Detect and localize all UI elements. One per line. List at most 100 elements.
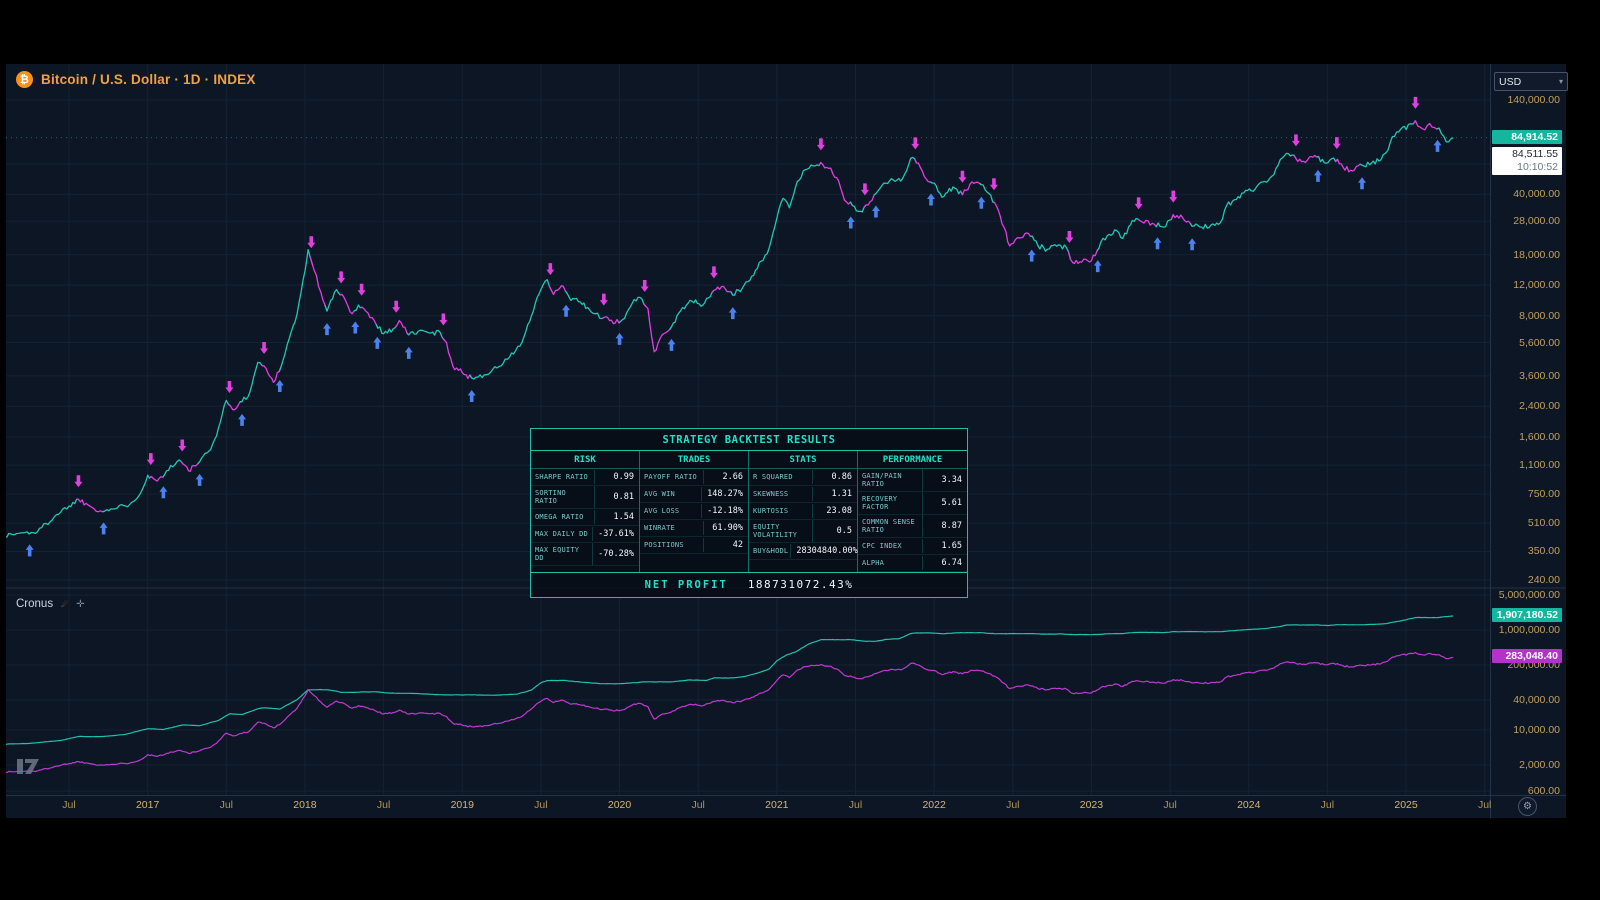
sell-marker — [546, 263, 554, 275]
buy-marker — [667, 339, 675, 351]
time-axis-year-label: 2017 — [118, 799, 178, 811]
price-axis-label: 2,400.00 — [1519, 400, 1560, 412]
time-axis[interactable]: Jul2017Jul2018Jul2019Jul2020Jul2021Jul20… — [0, 796, 1600, 818]
buy-marker — [238, 414, 246, 426]
metric-label: ALPHA — [858, 556, 923, 570]
metric-label: EQUITY VOLATILITY — [749, 520, 813, 542]
backtest-metric-row: CPC INDEX1.65 — [858, 538, 967, 555]
buy-marker — [1188, 238, 1196, 250]
buy-marker — [351, 321, 359, 333]
net-profit-label: NET PROFIT — [645, 579, 728, 591]
gear-icon: ⚙ — [1523, 801, 1532, 812]
backtest-group-header: STATS — [749, 451, 857, 469]
metric-value: 0.99 — [595, 469, 639, 485]
time-axis-year-label: 2024 — [1219, 799, 1279, 811]
bitcoin-icon: ₿ — [16, 71, 33, 88]
price-axis-label: 12,000.00 — [1513, 279, 1560, 291]
time-axis-month-label: Jul — [354, 799, 414, 811]
backtest-metric-row: SHARPE RATIO0.99 — [531, 469, 639, 486]
backtest-metric-row: MAX DAILY DD-37.61% — [531, 526, 639, 543]
symbol-header[interactable]: ₿ Bitcoin / U.S. Dollar · 1D · INDEX — [16, 71, 256, 88]
price-axis-label: 18,000.00 — [1513, 249, 1560, 261]
metric-label: MAX DAILY DD — [531, 527, 593, 541]
price-axis-label: 40,000.00 — [1513, 694, 1560, 706]
price-axis[interactable]: 140,000.0060,000.0040,000.0028,000.0018,… — [1490, 64, 1566, 818]
prev-close-value: 84,511.55 — [1496, 148, 1558, 161]
buy-marker — [468, 390, 476, 402]
sell-marker — [337, 271, 345, 283]
buy-marker — [616, 333, 624, 345]
metric-label: KURTOSIS — [749, 504, 813, 518]
price-axis-label: 10,000.00 — [1513, 724, 1560, 736]
time-axis-month-label: Jul — [668, 799, 728, 811]
metric-value: -12.18% — [702, 503, 748, 519]
metric-value: 1.54 — [595, 509, 639, 525]
sell-marker — [861, 183, 869, 195]
buy-marker — [159, 486, 167, 498]
backtest-metric-row: SKEWNESS1.31 — [749, 486, 857, 503]
time-axis-year-label: 2018 — [275, 799, 335, 811]
backtest-metric-row: GAIN/PAIN RATIO3.34 — [858, 469, 967, 492]
time-axis-month-label: Jul — [39, 799, 99, 811]
metric-label: SORTINO RATIO — [531, 486, 595, 508]
buyhold-equity-badge: 283,048.40 — [1492, 649, 1562, 663]
time-axis-month-label: Jul — [1297, 799, 1357, 811]
price-axis-label: 350.00 — [1528, 545, 1560, 557]
backtest-metric-row: RECOVERY FACTOR5.61 — [858, 492, 967, 515]
price-axis-label: 1,100.00 — [1519, 459, 1560, 471]
price-axis-label: 1,600.00 — [1519, 431, 1560, 443]
metric-value: 0.5 — [813, 523, 857, 539]
metric-value: -37.61% — [593, 526, 639, 542]
metric-label: SKEWNESS — [749, 487, 813, 501]
backtest-metric-row: PAYOFF RATIO2.66 — [640, 469, 748, 486]
backtest-metric-row: EQUITY VOLATILITY0.5 — [749, 520, 857, 543]
metric-label: SHARPE RATIO — [531, 470, 595, 484]
sell-marker — [1065, 231, 1073, 243]
symbol-title: Bitcoin / U.S. Dollar · 1D · INDEX — [41, 72, 256, 87]
sell-marker — [74, 475, 82, 487]
pane-settings-button[interactable]: ⚙ — [1518, 797, 1537, 816]
buy-marker — [977, 197, 985, 209]
buy-marker — [847, 216, 855, 228]
backtest-metric-row: AVG WIN148.27% — [640, 486, 748, 503]
indicator-legend-cronus[interactable]: Cronus ☄ ✛ — [16, 598, 85, 610]
metric-label: RECOVERY FACTOR — [858, 492, 923, 514]
metric-label: BUY&HODL — [749, 544, 791, 558]
crosshair-icon[interactable]: ✛ — [76, 599, 84, 610]
strategy-equity-badge: 1,907,180.52 — [1492, 608, 1562, 622]
price-axis-label: 8,000.00 — [1519, 310, 1560, 322]
sell-marker — [958, 171, 966, 183]
backtest-metric-row: OMEGA RATIO1.54 — [531, 509, 639, 526]
metric-label: OMEGA RATIO — [531, 510, 595, 524]
time-axis-year-label: 2020 — [590, 799, 650, 811]
metric-label: GAIN/PAIN RATIO — [858, 469, 923, 491]
backtest-group-header: RISK — [531, 451, 639, 469]
time-axis-year-label: 2019 — [432, 799, 492, 811]
indicator-name: Cronus — [16, 598, 53, 610]
buy-marker — [100, 522, 108, 534]
price-axis-label: 40,000.00 — [1513, 188, 1560, 200]
metric-value: -70.28% — [593, 546, 639, 562]
sell-marker — [1411, 97, 1419, 109]
metric-value: 0.81 — [595, 489, 639, 505]
metric-value: 6.74 — [923, 555, 967, 571]
metric-label: COMMON SENSE RATIO — [858, 515, 923, 537]
bar-countdown: 10:10:52 — [1496, 161, 1558, 174]
price-axis-label: 5,000,000.00 — [1499, 589, 1560, 601]
metric-label: CPC INDEX — [858, 539, 923, 553]
backtest-metric-row: KURTOSIS23.08 — [749, 503, 857, 520]
price-axis-label: 5,600.00 — [1519, 337, 1560, 349]
price-axis-label: 2,000.00 — [1519, 759, 1560, 771]
backtest-title: STRATEGY BACKTEST RESULTS — [531, 429, 967, 451]
backtest-group: STATSR SQUARED0.86SKEWNESS1.31KURTOSIS23… — [749, 451, 858, 572]
buy-marker — [276, 380, 284, 392]
metric-value: 1.65 — [923, 538, 967, 554]
buy-marker — [1434, 140, 1442, 152]
metric-label: POSITIONS — [640, 538, 704, 552]
buy-marker — [562, 305, 570, 317]
buy-marker — [26, 544, 34, 556]
tradingview-logo[interactable] — [16, 756, 46, 778]
price-axis-label: 28,000.00 — [1513, 215, 1560, 227]
time-axis-month-label: Jul — [196, 799, 256, 811]
metric-value: 42 — [704, 537, 748, 553]
